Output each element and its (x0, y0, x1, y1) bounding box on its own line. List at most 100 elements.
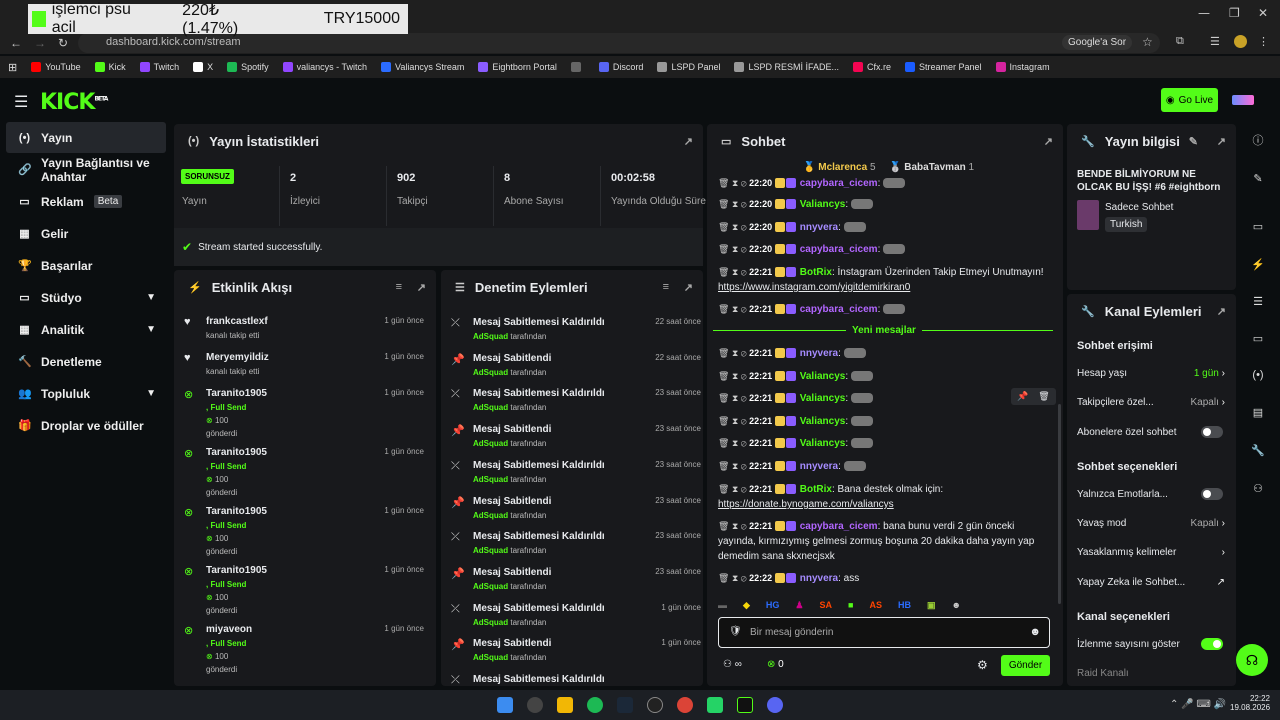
back-icon[interactable]: ← (10, 36, 22, 50)
message-username[interactable]: capybara_cicem (800, 304, 878, 315)
ban-icon[interactable]: ⊘ (741, 178, 749, 188)
ban-icon[interactable]: ⊘ (741, 244, 749, 254)
sidebar-item-4[interactable]: 🏆 Başarılar (6, 250, 166, 281)
steam-icon[interactable] (617, 697, 633, 713)
delete-icon[interactable]: 🗑 (718, 484, 732, 494)
delete-icon[interactable]: 🗑 (718, 348, 732, 358)
stats-widget-icon[interactable]: ▭ (1246, 214, 1270, 238)
ban-icon[interactable]: ⊘ (741, 199, 749, 209)
timeout-icon[interactable]: ⧗ (732, 416, 741, 426)
show-views-setting[interactable]: İzlenme sayısını göster (1077, 638, 1225, 650)
moderator-name[interactable]: AdSquad (473, 582, 508, 591)
bookmark-0[interactable]: YouTube (31, 62, 81, 72)
moderator-name[interactable]: AdSquad (473, 546, 508, 555)
delete-icon[interactable]: 🗑 (718, 199, 732, 209)
timeout-icon[interactable]: ⧗ (732, 371, 741, 381)
message-link[interactable]: https://donate.bynogame.com/valiancys (718, 499, 894, 510)
moderator-name[interactable]: AdSquad (473, 653, 508, 662)
ban-icon[interactable]: ⊘ (741, 222, 749, 232)
timeout-icon[interactable]: ⧗ (732, 438, 741, 448)
category-thumbnail[interactable] (1077, 200, 1099, 230)
sidebar-item-3[interactable]: ▦ Gelir (6, 218, 166, 249)
slow-mode-setting[interactable]: Yavaş mod Kapalı › (1077, 518, 1225, 529)
popout-icon[interactable]: ↗ (1044, 135, 1053, 148)
lightning-icon[interactable]: ⚡ (1246, 252, 1270, 276)
close-icon[interactable]: ✕ (1258, 6, 1268, 20)
popout-icon[interactable]: ↗ (1217, 135, 1226, 148)
message-username[interactable]: Valiancys (800, 416, 846, 427)
sidebar-item-0[interactable]: (•) Yayın (6, 122, 166, 153)
filter-icon[interactable]: ≡ (663, 281, 669, 293)
sidebar-item-2[interactable]: ▭ Reklam Beta (6, 186, 166, 217)
spotify-icon[interactable] (587, 697, 603, 713)
chat-scrollbar[interactable] (1058, 404, 1061, 604)
timeout-icon[interactable]: ⧗ (732, 348, 741, 358)
delete-icon[interactable]: 🗑 (718, 393, 732, 403)
chrome-icon[interactable] (677, 697, 693, 713)
show-views-toggle[interactable] (1201, 638, 1223, 650)
ai-chat-setting[interactable]: Yapay Zeka ile Sohbet... ↗ (1077, 577, 1225, 588)
moderator-name[interactable]: AdSquad (473, 403, 508, 412)
message-username[interactable]: BotRix (800, 267, 832, 278)
google-ask-button[interactable]: Google'a Sor (1062, 35, 1133, 50)
raid-channel-setting[interactable]: Raid Kanalı (1077, 668, 1225, 679)
forward-icon[interactable]: → (34, 36, 46, 50)
tray-icons[interactable]: ⌃ 🎤 ⌨ 🔊 (1170, 699, 1226, 710)
list-icon[interactable]: ☰ (1246, 289, 1270, 313)
message-link[interactable]: https://www.instagram.com/yigitdemirkira… (718, 282, 910, 293)
go-live-button[interactable]: ◉ Go Live (1161, 88, 1218, 112)
bookmark-14[interactable]: Instagram (995, 62, 1050, 72)
reading-list-icon[interactable]: ☰ (1210, 35, 1220, 48)
sidebar-item-9[interactable]: 🎁 Droplar ve ödüller (6, 410, 166, 441)
obs-icon[interactable] (647, 697, 663, 713)
bookmark-11[interactable]: LSPD RESMİ İFADE... (734, 62, 839, 72)
delete-icon[interactable]: 🗑 (718, 371, 732, 381)
bookmark-5[interactable]: valiancys - Twitch (282, 62, 367, 72)
message-username[interactable]: nnyvera (800, 461, 838, 472)
bookmark-4[interactable]: Spotify (227, 62, 269, 72)
timeout-icon[interactable]: ⧗ (732, 178, 741, 188)
infinity-icon[interactable]: ⚇ ∞ (723, 659, 742, 670)
subs-only-setting[interactable]: Abonelere özel sohbet (1077, 426, 1225, 438)
delete-icon[interactable]: 🗑 (718, 222, 732, 232)
timeout-icon[interactable]: ⧗ (732, 461, 741, 471)
delete-icon[interactable]: 🗑 (718, 267, 732, 277)
profile-avatar[interactable] (1234, 35, 1247, 48)
emoji-icon[interactable]: ☻ (1029, 626, 1041, 638)
account-age-setting[interactable]: Hesap yaşı 1 gün › (1077, 368, 1225, 379)
message-username[interactable]: Valiancys (800, 438, 846, 449)
discord-icon[interactable] (767, 697, 783, 713)
followers-only-setting[interactable]: Takipçilere özel... Kapalı › (1077, 397, 1225, 408)
moderator-name[interactable]: AdSquad (473, 439, 508, 448)
category-name[interactable]: Sadece Sohbet (1105, 202, 1173, 213)
storage-icon[interactable]: ▤ (1246, 400, 1270, 424)
moderator-name[interactable]: AdSquad (473, 511, 508, 520)
banned-words-setting[interactable]: Yasaklanmış kelimeler › (1077, 547, 1225, 558)
message-username[interactable]: nnyvera (800, 222, 838, 233)
message-username[interactable]: capybara_cicem (800, 178, 878, 189)
broadcast-icon[interactable]: (•) (1246, 363, 1270, 387)
timeout-icon[interactable]: ⧗ (732, 484, 741, 494)
message-username[interactable]: Valiancys (800, 199, 846, 210)
ban-icon[interactable]: ⊘ (741, 371, 749, 381)
popout-icon[interactable]: ↗ (417, 281, 426, 294)
sidebar-item-7[interactable]: 🔨 Denetleme (6, 346, 166, 377)
filter-icon[interactable]: ≡ (396, 281, 402, 293)
bookmark-9[interactable]: Discord (598, 62, 643, 72)
bookmark-star-icon[interactable]: ☆ (1142, 35, 1153, 49)
user-avatar[interactable] (1232, 95, 1254, 105)
ban-icon[interactable]: ⊘ (741, 573, 749, 583)
chat-input[interactable]: 🛡 Bir mesaj gönderin ☻ (718, 617, 1050, 648)
ban-icon[interactable]: ⊘ (741, 484, 749, 494)
message-username[interactable]: capybara_cicem (800, 244, 878, 255)
reload-icon[interactable]: ↻ (58, 36, 68, 50)
edit-icon[interactable]: ✎ (1189, 135, 1198, 148)
send-button[interactable]: Gönder (1001, 655, 1050, 676)
delete-icon[interactable]: 🗑 (718, 416, 732, 426)
bookmark-1[interactable]: Kick (94, 62, 126, 72)
emotes-only-setting[interactable]: Yalnızca Emotlarla... (1077, 488, 1225, 500)
start-icon[interactable] (497, 697, 513, 713)
delete-icon[interactable]: 🗑 (718, 178, 732, 188)
ban-icon[interactable]: ⊘ (741, 521, 749, 531)
bookmark-3[interactable]: X (193, 62, 213, 72)
